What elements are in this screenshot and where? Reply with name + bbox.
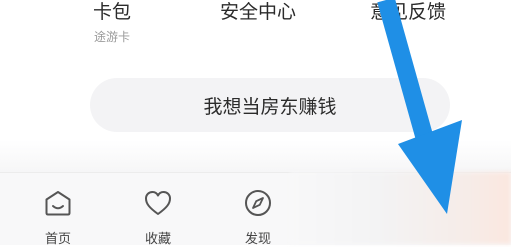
- tab-home[interactable]: 首页: [28, 187, 88, 247]
- menu-item-feedback[interactable]: 意见反馈: [366, 0, 450, 24]
- section-divider-fade: [0, 140, 511, 172]
- heart-icon: [145, 191, 171, 215]
- tab-label: 首页: [44, 232, 71, 247]
- blurred-tab-area: [290, 172, 511, 244]
- become-host-button-label: 我想当房东赚钱: [203, 95, 337, 118]
- menu-item-label: 安全中心: [219, 1, 296, 23]
- menu-item-label: 意见反馈: [369, 1, 446, 23]
- tab-discover[interactable]: 发现: [228, 187, 288, 247]
- tab-favorites[interactable]: 收藏: [128, 187, 188, 247]
- become-host-button[interactable]: 我想当房东赚钱: [90, 78, 450, 132]
- menu-item-label: 卡包: [92, 1, 131, 23]
- menu-item-card-wallet[interactable]: 卡包 途游卡: [86, 0, 138, 44]
- menu-item-sublabel: 途游卡: [93, 30, 130, 44]
- compass-icon: [245, 190, 271, 216]
- menu-item-security-center[interactable]: 安全中心: [216, 0, 300, 24]
- tab-label: 发现: [244, 232, 271, 247]
- home-icon: [45, 191, 71, 216]
- tab-label: 收藏: [144, 232, 171, 247]
